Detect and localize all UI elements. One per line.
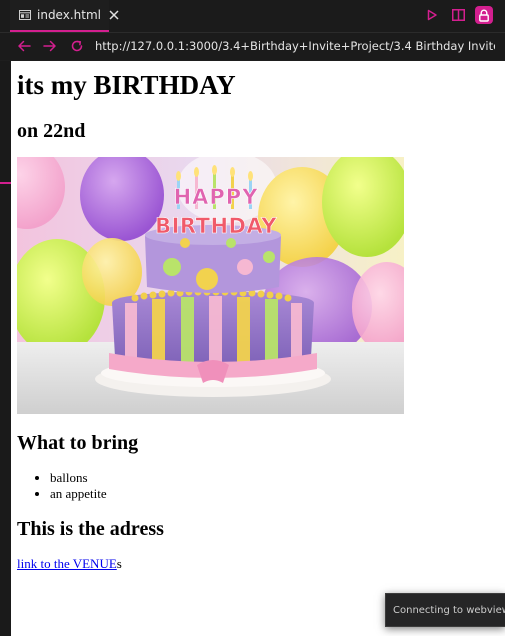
bring-list: ballons an appetite: [17, 470, 107, 502]
venue-link[interactable]: link to the VENUE: [17, 556, 117, 571]
list-item: ballons: [50, 470, 107, 486]
venue-line: link to the VENUEs: [17, 556, 122, 572]
lock-icon[interactable]: [475, 6, 493, 24]
date-heading: on 22nd: [17, 120, 86, 142]
gutter-accent-marker: [0, 182, 11, 184]
reload-icon[interactable]: [69, 38, 85, 54]
browser-nav-bar: http://127.0.0.1:3000/3.4+Birthday+Invit…: [0, 33, 505, 60]
preview-icon: [19, 10, 31, 20]
forward-arrow-icon[interactable]: [42, 38, 58, 54]
address-heading: This is the adress: [17, 518, 164, 540]
run-icon[interactable]: [423, 6, 441, 24]
cake-sign-line-1: HAPPY: [174, 185, 259, 209]
editor-actions: [423, 6, 493, 24]
cake-sign-line-2: BIRTHDAY: [155, 214, 277, 238]
webview-page: its my BIRTHDAY on 22nd HAPPY BIRTHDAY W…: [11, 61, 505, 636]
split-editor-icon[interactable]: [449, 6, 467, 24]
close-icon[interactable]: [109, 9, 119, 21]
venue-link-suffix: s: [116, 556, 122, 571]
birthday-cake-image: HAPPY BIRTHDAY: [17, 157, 404, 414]
list-item: an appetite: [50, 486, 107, 502]
tab-label: index.html: [37, 8, 101, 22]
activity-gutter: [0, 61, 11, 636]
what-to-bring-heading: What to bring: [17, 432, 139, 454]
url-field[interactable]: http://127.0.0.1:3000/3.4+Birthday+Invit…: [95, 38, 495, 55]
page-title: its my BIRTHDAY: [17, 70, 236, 100]
editor-tab-bar: index.html: [0, 0, 505, 33]
connecting-toast: Connecting to webview...: [385, 593, 505, 627]
tab-index-html[interactable]: index.html: [10, 0, 119, 32]
back-arrow-icon[interactable]: [16, 38, 32, 54]
